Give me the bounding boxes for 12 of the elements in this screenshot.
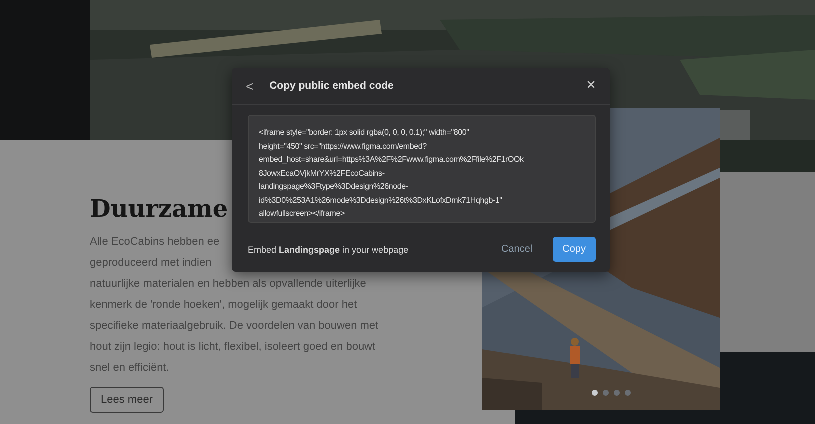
read-more-button[interactable]: Lees meer <box>90 387 164 413</box>
paragraph-line: specifieke materiaalgebruik. De voordelen van bouwen met <box>90 319 379 334</box>
cancel-button[interactable]: Cancel <box>492 237 543 262</box>
paragraph-line: snel en efficiënt. <box>90 361 170 376</box>
paragraph-line: geproduceerd met indien <box>90 256 212 271</box>
embed-description: Embed Landingspage in your webpage <box>248 244 410 254</box>
paragraph-line: Alle EcoCabins hebben ee <box>90 235 220 250</box>
paragraph-line: kenmerk de 'ronde hoeken', mogelijk gemaakt door het <box>90 298 358 313</box>
embed-code-field[interactable]: <iframe style="border: 1px solid rgba(0, 0, 0, 0.1);" width="800" height="450" src="https://www.figma.com/embed? embed_host=share&url=https%3A%2F%2Fwww.figma.com%2Ffile%2F1rOOk 8JowxEcaOVjkMrYX%2FEcoCabins- landingspage%3Ftype%3Ddesign%26node- id%3D0%253A1%26mode%3Ddesign%26t%3DxKLofxDmk71Hqhgb-1" allowfullscreen></iframe> <box>248 115 596 223</box>
paragraph-line: natuurlijke materialen en hebben als opvallende uiterlijke <box>90 277 366 292</box>
paragraph-line: hout zijn legio: hout is licht, flexibel, isoleert goed en bouwt <box>90 340 376 355</box>
section-heading: Duurzame <box>90 194 228 224</box>
